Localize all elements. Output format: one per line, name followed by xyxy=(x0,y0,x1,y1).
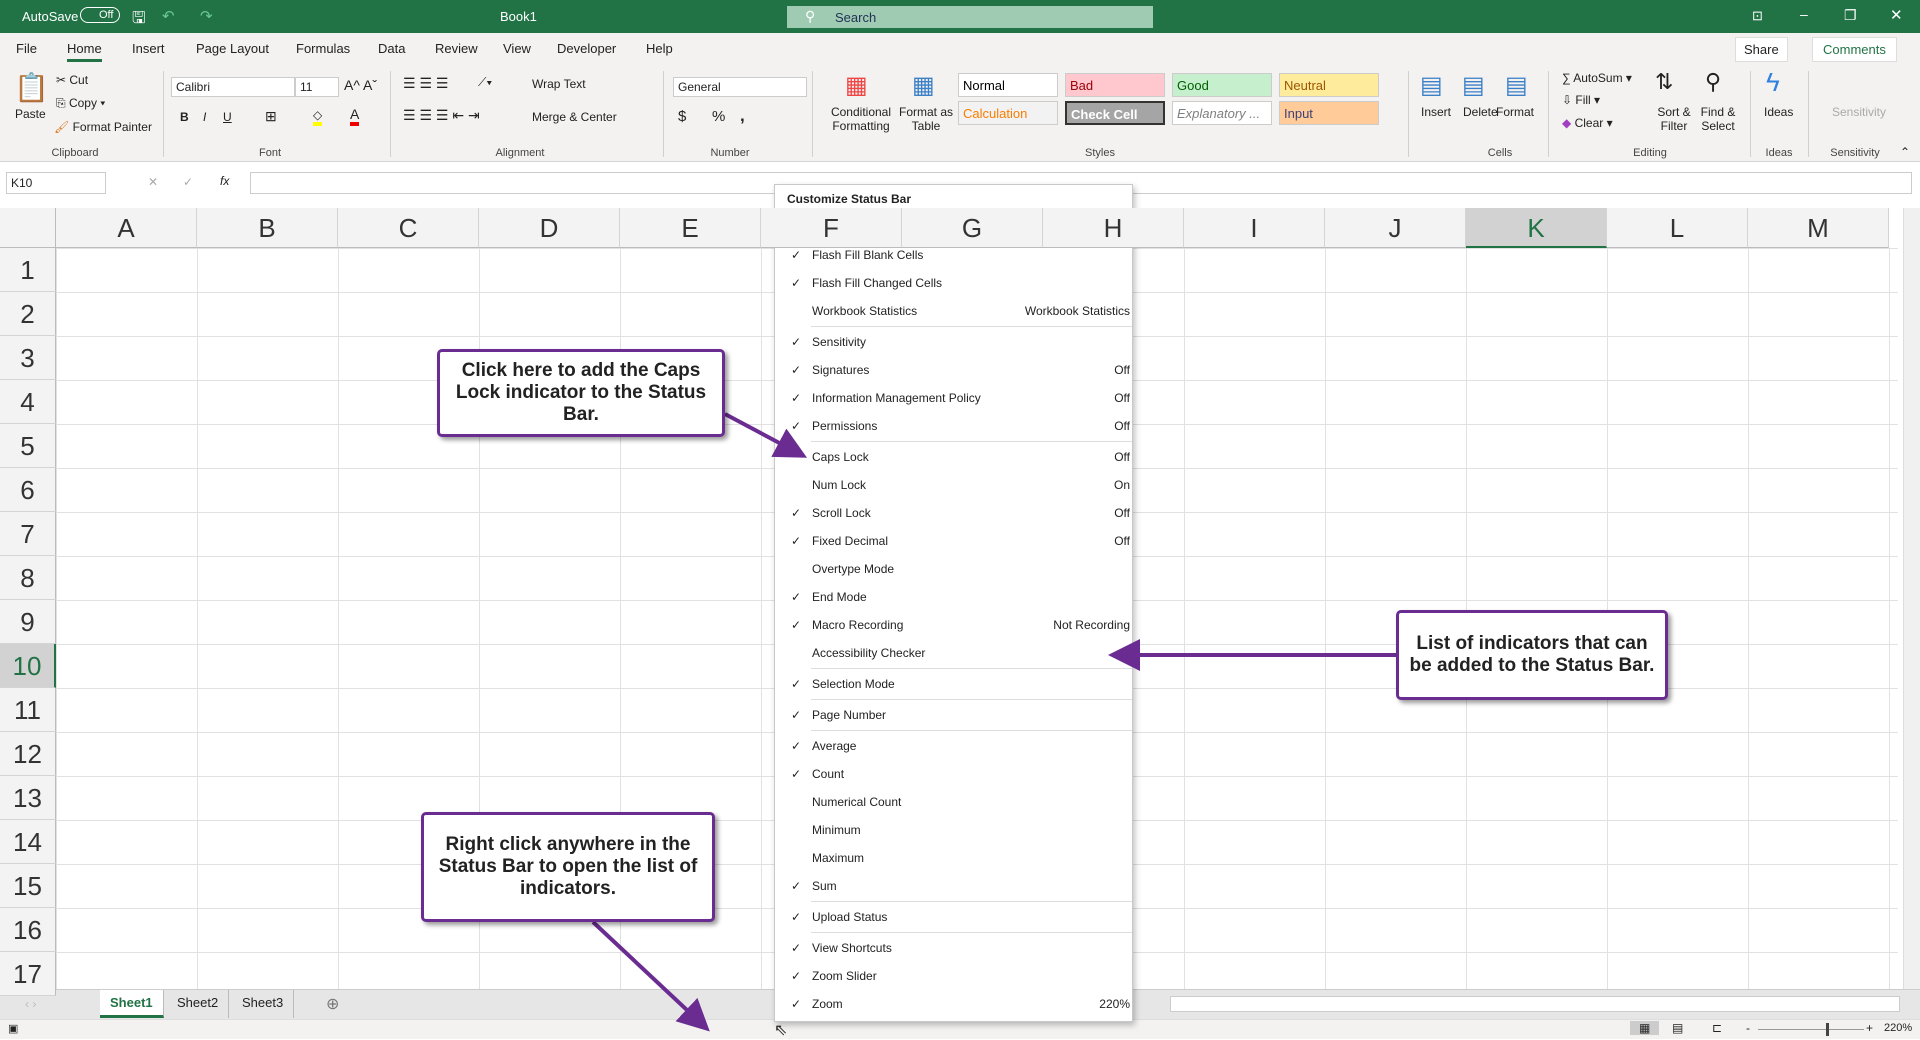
mouse-cursor-icon: ⇖ xyxy=(774,1022,788,1039)
column-header-E[interactable]: E xyxy=(620,208,761,248)
row-header-13[interactable]: 13 xyxy=(0,776,56,820)
row-header-14[interactable]: 14 xyxy=(0,820,56,864)
row-header-6[interactable]: 6 xyxy=(0,468,56,512)
row-header-7[interactable]: 7 xyxy=(0,512,56,556)
row-header-15[interactable]: 15 xyxy=(0,864,56,908)
column-header-K[interactable]: K xyxy=(1466,208,1607,248)
row-header-17[interactable]: 17 xyxy=(0,952,56,996)
right-click-callout: Right click anywhere in the Status Bar t… xyxy=(421,812,715,922)
column-header-J[interactable]: J xyxy=(1325,208,1466,248)
row-header-5[interactable]: 5 xyxy=(0,424,56,468)
column-header-A[interactable]: A xyxy=(56,208,197,248)
column-header-D[interactable]: D xyxy=(479,208,620,248)
column-header-G[interactable]: G xyxy=(902,208,1043,248)
caps-lock-callout: Click here to add the Caps Lock indicato… xyxy=(437,349,725,437)
row-header-8[interactable]: 8 xyxy=(0,556,56,600)
row-header-16[interactable]: 16 xyxy=(0,908,56,952)
row-header-3[interactable]: 3 xyxy=(0,336,56,380)
column-header-F[interactable]: F xyxy=(761,208,902,248)
column-header-B[interactable]: B xyxy=(197,208,338,248)
column-header-C[interactable]: C xyxy=(338,208,479,248)
row-header-10[interactable]: 10 xyxy=(0,644,56,688)
row-header-12[interactable]: 12 xyxy=(0,732,56,776)
column-header-H[interactable]: H xyxy=(1043,208,1184,248)
status-bar-arrow xyxy=(591,920,710,1032)
row-header-11[interactable]: 11 xyxy=(0,688,56,732)
annotation-arrows xyxy=(591,412,1396,1032)
row-header-2[interactable]: 2 xyxy=(0,292,56,336)
row-header-1[interactable]: 1 xyxy=(0,248,56,292)
row-header-4[interactable]: 4 xyxy=(0,380,56,424)
column-header-M[interactable]: M xyxy=(1748,208,1889,248)
caps-lock-arrow xyxy=(724,412,808,458)
column-header-L[interactable]: L xyxy=(1607,208,1748,248)
indicator-list-callout: List of indicators that can be added to … xyxy=(1396,610,1668,700)
row-header-9[interactable]: 9 xyxy=(0,600,56,644)
column-header-I[interactable]: I xyxy=(1184,208,1325,248)
